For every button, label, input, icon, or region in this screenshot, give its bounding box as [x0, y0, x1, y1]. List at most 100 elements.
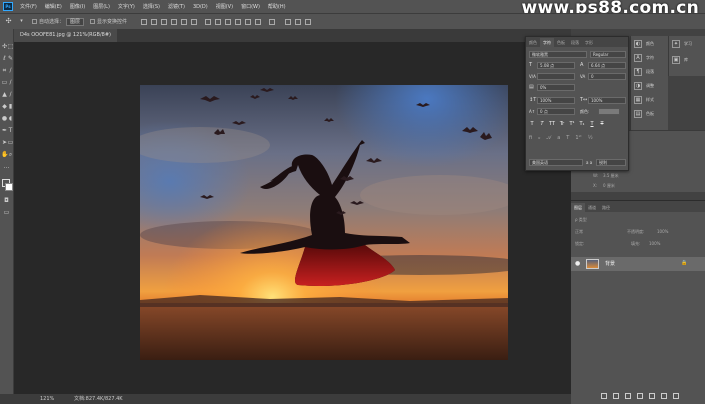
vertical-scale-field[interactable]: 100%: [537, 97, 575, 104]
shape-tool-icon[interactable]: ▭: [7, 139, 14, 146]
tab-color[interactable]: 颜色: [526, 38, 540, 47]
ordinal-icon[interactable]: 1ˢᵗ: [575, 135, 582, 144]
menu-image[interactable]: 图像(I): [66, 3, 89, 10]
align-bottom-icon[interactable]: [161, 18, 168, 25]
distribute-middle-icon[interactable]: [215, 18, 222, 25]
new-group-icon[interactable]: [649, 393, 655, 399]
auto-select-checkbox[interactable]: [32, 19, 37, 24]
tracking-field[interactable]: 0: [588, 73, 626, 80]
stylistic-icon[interactable]: a: [557, 135, 560, 144]
delete-layer-icon[interactable]: [673, 393, 679, 399]
horizontal-scale-field[interactable]: 100%: [588, 97, 626, 104]
x-value[interactable]: 0 厘米: [603, 183, 615, 189]
brush-tool-icon[interactable]: ∕: [7, 79, 14, 86]
small-caps-button[interactable]: Tr: [559, 121, 565, 128]
photoshop-logo[interactable]: Ps: [3, 2, 13, 11]
leading-field[interactable]: 6.64 点: [588, 62, 626, 69]
fraction-icon[interactable]: ½: [588, 135, 593, 144]
dock-learn[interactable]: ✦ 学习: [672, 38, 692, 50]
marquee-tool-icon[interactable]: ⬚: [7, 43, 14, 50]
background-color-swatch[interactable]: [5, 183, 13, 191]
menu-help[interactable]: 帮助(H): [264, 3, 290, 10]
tab-layers[interactable]: 图层: [571, 203, 585, 212]
menu-edit[interactable]: 编辑(E): [41, 3, 66, 10]
superscript-button[interactable]: T¹: [569, 121, 575, 128]
distribute-right-icon[interactable]: [255, 18, 262, 25]
all-caps-button[interactable]: TT: [549, 121, 555, 128]
screen-mode-icon[interactable]: ▭: [3, 209, 10, 216]
menu-select[interactable]: 选择(S): [139, 3, 164, 10]
dock-character[interactable]: A 字符: [634, 52, 654, 64]
link-layers-icon[interactable]: [601, 393, 607, 399]
faux-bold-button[interactable]: T: [529, 121, 535, 128]
distribute-bottom-icon[interactable]: [225, 18, 232, 25]
tab-channels[interactable]: 通道: [585, 203, 599, 212]
layer-mask-icon[interactable]: [625, 393, 631, 399]
baseline-field[interactable]: 0 点: [537, 108, 575, 115]
tsume-field[interactable]: 0%: [537, 84, 575, 91]
dock-styles[interactable]: ▦ 样式: [634, 94, 654, 106]
titling-icon[interactable]: T: [566, 135, 569, 144]
blend-mode-select[interactable]: 正常: [575, 229, 583, 235]
menu-file[interactable]: 文件(F): [16, 3, 41, 10]
language-select[interactable]: 美国英语: [529, 159, 583, 166]
history-brush-icon[interactable]: ∕: [7, 91, 14, 98]
tab-swatches[interactable]: 色板: [554, 38, 568, 47]
auto-select-dropdown[interactable]: 图层: [66, 17, 85, 26]
document-image[interactable]: [140, 85, 508, 360]
canvas-area[interactable]: [14, 42, 571, 394]
faux-italic-button[interactable]: T: [539, 121, 545, 128]
align-middle-icon[interactable]: [151, 18, 158, 25]
auto-align-icon[interactable]: [269, 18, 276, 25]
zoom-tool-icon[interactable]: ⌕: [7, 151, 14, 158]
eyedropper-icon[interactable]: ∕: [7, 67, 14, 74]
subscript-button[interactable]: T₁: [579, 121, 585, 128]
type-tool-icon[interactable]: T: [7, 127, 14, 134]
tab-character[interactable]: 字符: [540, 38, 554, 47]
font-size-field[interactable]: 5.08 点: [537, 62, 575, 69]
more-tools-icon[interactable]: ···: [3, 165, 10, 172]
opacity-value[interactable]: 100%: [657, 229, 668, 234]
dock-paragraph[interactable]: ¶ 段落: [634, 66, 654, 78]
move-tool-icon[interactable]: ✣: [4, 17, 13, 26]
gradient-tool-icon[interactable]: ▮: [7, 103, 14, 110]
antialias-select[interactable]: 锐利: [596, 159, 626, 166]
layer-filter-label[interactable]: ρ 类型: [575, 217, 587, 223]
new-layer-icon[interactable]: [661, 393, 667, 399]
dock-libraries[interactable]: ▣ 库: [672, 54, 688, 66]
adjustment-layer-icon[interactable]: [637, 393, 643, 399]
kerning-field[interactable]: [537, 73, 575, 80]
dock-swatches[interactable]: ▤ 色板: [634, 108, 654, 120]
zoom-level[interactable]: 121%: [40, 394, 54, 404]
menu-3d[interactable]: 3D(D): [189, 4, 212, 10]
3d-rotate-icon[interactable]: [295, 18, 302, 25]
dodge-tool-icon[interactable]: ◖: [7, 115, 14, 122]
visibility-eye-icon[interactable]: ●: [575, 260, 580, 267]
dock-color[interactable]: ◐ 颜色: [634, 38, 654, 50]
chevron-down-icon[interactable]: ▾: [17, 17, 26, 26]
fill-value[interactable]: 100%: [649, 241, 660, 246]
menu-window[interactable]: 窗口(W): [237, 3, 264, 10]
align-center-icon[interactable]: [181, 18, 188, 25]
quick-select-icon[interactable]: ✎: [7, 55, 14, 62]
layer-style-icon[interactable]: [613, 393, 619, 399]
underline-button[interactable]: T: [589, 121, 595, 128]
width-value[interactable]: 3.5 厘米: [603, 173, 619, 179]
align-right-icon[interactable]: [191, 18, 198, 25]
font-family-select[interactable]: 微软雅黑: [529, 51, 587, 58]
strikethrough-button[interactable]: T: [599, 121, 605, 128]
menu-view[interactable]: 视图(V): [212, 3, 237, 10]
text-color-swatch[interactable]: [598, 108, 620, 115]
tab-glyphs[interactable]: 字形: [582, 38, 596, 47]
menu-layer[interactable]: 图层(L): [89, 3, 114, 10]
ligature-icon[interactable]: fi: [529, 135, 532, 144]
show-transform-checkbox[interactable]: [90, 19, 96, 24]
align-left-icon[interactable]: [171, 18, 178, 25]
menu-type[interactable]: 文字(Y): [114, 3, 139, 10]
old-style-icon[interactable]: ℴ: [538, 135, 540, 144]
font-style-select[interactable]: Regular: [590, 51, 626, 58]
distribute-top-icon[interactable]: [205, 18, 212, 25]
3d-mode-icon[interactable]: [285, 18, 292, 25]
menu-filter[interactable]: 滤镜(T): [164, 3, 189, 10]
layer-row[interactable]: ● 背景 🔒: [571, 257, 705, 271]
